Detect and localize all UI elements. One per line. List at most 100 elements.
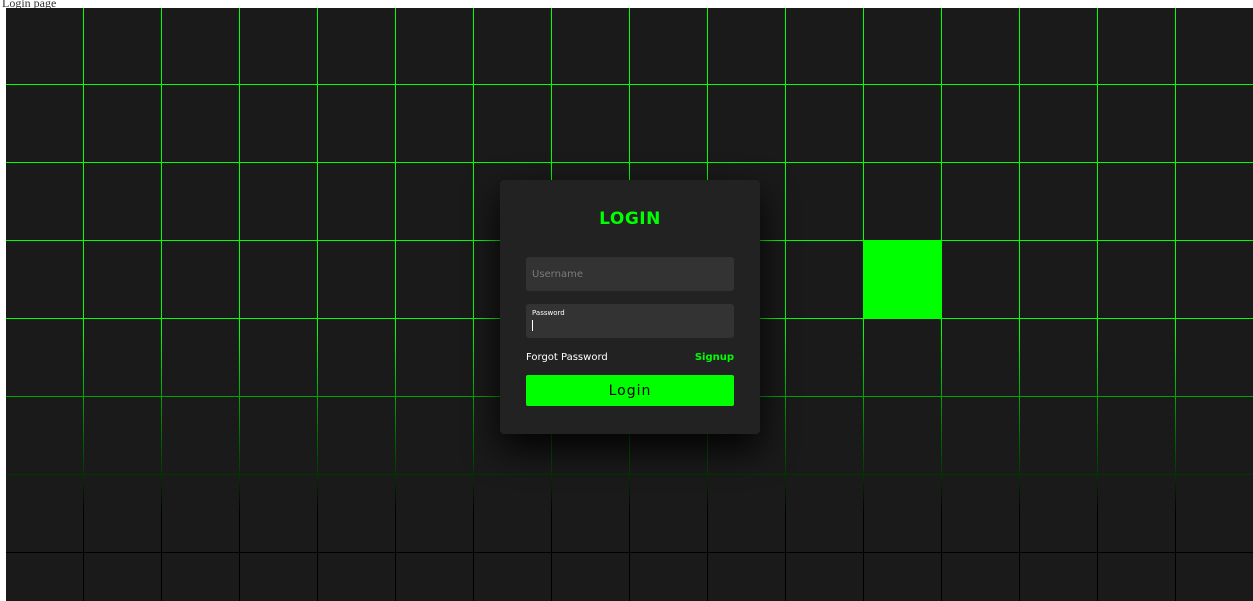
grid-cell [864,8,941,84]
grid-cell [474,85,551,162]
grid-cell [1098,319,1175,396]
page-viewport: LOGIN Password Forgot Password Signup Lo… [6,8,1253,601]
grid-cell [1176,397,1253,474]
grid-cell [6,319,83,396]
grid-cell [6,85,83,162]
grid-cell [240,85,317,162]
grid-cell [708,85,785,162]
grid-cell [552,85,629,162]
grid-cell [318,397,395,474]
username-input[interactable] [526,257,734,291]
grid-cell [864,319,941,396]
grid-cell [1020,319,1097,396]
grid-cell [708,8,785,84]
grid-cell [786,241,863,318]
grid-cell [396,163,473,240]
grid-cell [942,8,1019,84]
grid-cell [396,553,473,601]
grid-cell [1098,163,1175,240]
grid-cell [84,319,161,396]
grid-cell [1098,8,1175,84]
grid-cell [786,85,863,162]
grid-cell [474,553,551,601]
grid-cell [6,553,83,601]
forgot-password-link[interactable]: Forgot Password [526,352,608,363]
grid-cell [942,475,1019,552]
grid-cell [162,241,239,318]
username-field[interactable] [526,257,734,291]
grid-cell [786,319,863,396]
grid-cell [6,163,83,240]
grid-cell [318,319,395,396]
grid-cell [786,163,863,240]
grid-cell [1020,475,1097,552]
signup-link[interactable]: Signup [695,352,734,363]
grid-cell [1176,475,1253,552]
grid-cell [6,8,83,84]
grid-cell [942,553,1019,601]
grid-cell [864,85,941,162]
grid-cell [84,397,161,474]
grid-cell [786,475,863,552]
grid-cell [1020,8,1097,84]
grid-cell [942,241,1019,318]
grid-cell [240,475,317,552]
grid-cell [942,85,1019,162]
grid-cell [84,8,161,84]
login-card: LOGIN Password Forgot Password Signup Lo… [500,180,760,434]
grid-cell [396,475,473,552]
grid-cell [942,163,1019,240]
grid-cell [318,475,395,552]
grid-cell [6,397,83,474]
grid-cell [162,475,239,552]
grid-cell [786,8,863,84]
login-title: LOGIN [599,209,661,229]
grid-cell [240,241,317,318]
grid-cell [1098,241,1175,318]
grid-cell [162,163,239,240]
password-field[interactable]: Password [526,304,734,338]
grid-cell [1176,163,1253,240]
grid-cell [240,553,317,601]
grid-cell [318,85,395,162]
password-input[interactable] [526,304,734,338]
grid-cell [1020,85,1097,162]
grid-cell [240,163,317,240]
grid-cell [396,241,473,318]
grid-cell [786,553,863,601]
grid-cell [84,163,161,240]
grid-cell [864,397,941,474]
grid-cell [552,475,629,552]
grid-cell [786,397,863,474]
browser-tab-title: Login page [2,0,57,8]
grid-cell [708,553,785,601]
grid-cell [162,8,239,84]
login-button[interactable]: Login [526,375,734,406]
grid-cell [1176,241,1253,318]
grid-cell [84,475,161,552]
grid-cell [318,8,395,84]
login-links: Forgot Password Signup [526,350,734,364]
grid-cell [942,319,1019,396]
grid-cell [630,475,707,552]
grid-cell [1098,475,1175,552]
grid-cell [1020,553,1097,601]
grid-cell [84,85,161,162]
grid-cell [318,241,395,318]
grid-cell [864,475,941,552]
grid-cell [162,85,239,162]
grid-cell [1176,553,1253,601]
grid-cell [318,163,395,240]
grid-cell [474,8,551,84]
grid-cell [84,553,161,601]
grid-cell [240,319,317,396]
grid-cell-lit [864,241,941,318]
grid-cell [396,85,473,162]
grid-cell [942,397,1019,474]
grid-cell [6,475,83,552]
grid-cell [630,85,707,162]
grid-cell [1098,553,1175,601]
grid-cell [1176,319,1253,396]
grid-cell [630,553,707,601]
grid-cell [474,475,551,552]
